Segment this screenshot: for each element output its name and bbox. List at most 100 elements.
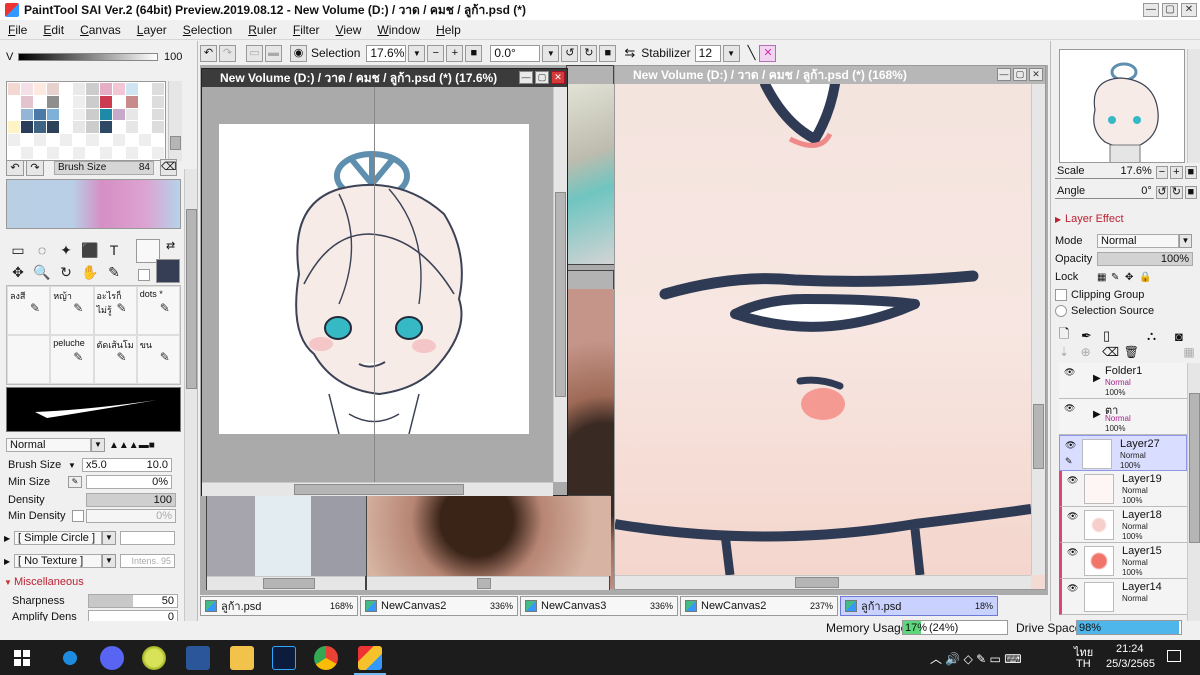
menu-ruler[interactable]: Ruler bbox=[240, 23, 285, 37]
layer-options-icon[interactable]: ▦ bbox=[1183, 345, 1199, 359]
move-tool-icon[interactable]: ✥ bbox=[6, 261, 30, 283]
angle-field[interactable]: Angle 0° bbox=[1055, 185, 1154, 199]
eraser-icon[interactable]: ⌫ bbox=[160, 159, 177, 176]
brush-shape-icons[interactable]: ▲▲▲▬■ bbox=[109, 440, 155, 451]
stabilizer-dropdown-icon[interactable]: ▼ bbox=[722, 44, 740, 62]
pressure-icon[interactable]: ✎ bbox=[68, 476, 82, 488]
rotate-reset-button[interactable]: ■ bbox=[599, 44, 617, 62]
photoshop-icon[interactable] bbox=[272, 646, 296, 670]
texture-intensity-field[interactable]: Intens. 95 bbox=[120, 554, 175, 568]
zoomed-h-scrollbar[interactable] bbox=[615, 575, 1031, 589]
brush-size2-field[interactable]: x5.0 10.0 bbox=[82, 458, 172, 472]
close-button[interactable]: ✕ bbox=[1181, 3, 1197, 17]
clipping-group-row[interactable]: Clipping Group bbox=[1055, 289, 1200, 301]
edge-browser-icon[interactable] bbox=[58, 646, 82, 670]
notification-icon[interactable] bbox=[1167, 650, 1181, 662]
swap-colors-icon[interactable]: ⇄ bbox=[166, 239, 175, 252]
color-swatches[interactable] bbox=[6, 81, 166, 161]
stabilizer-field[interactable]: 12 bbox=[694, 44, 721, 62]
windows-start-icon[interactable] bbox=[14, 650, 30, 666]
window-maximize-button[interactable]: ▢ bbox=[535, 71, 549, 84]
file-explorer-icon[interactable] bbox=[230, 646, 254, 670]
rotate-ccw-button[interactable]: ↺ bbox=[1155, 185, 1169, 199]
navigator-scrollbar[interactable] bbox=[1187, 49, 1200, 163]
zoomed-drawing-area[interactable] bbox=[615, 84, 1031, 575]
zoom-tool-icon[interactable]: 🔍 bbox=[30, 261, 54, 283]
zoom-in-button[interactable]: + bbox=[446, 44, 464, 62]
shape-value-field[interactable] bbox=[120, 531, 175, 545]
brush-item[interactable]: ลงสี bbox=[7, 286, 51, 335]
left-panel-scroll-thumb[interactable] bbox=[186, 209, 197, 389]
brush-item[interactable]: หญ้า bbox=[50, 286, 94, 335]
deselect-icon[interactable]: ▭ bbox=[246, 44, 263, 62]
blend-mode-select[interactable]: Normal bbox=[6, 438, 91, 452]
minimize-button[interactable]: — bbox=[1143, 3, 1159, 17]
texture-select[interactable]: [ No Texture ] bbox=[14, 554, 102, 568]
shape-dropdown-icon[interactable]: ▼ bbox=[102, 531, 116, 545]
folder-expand-icon[interactable]: ▶ bbox=[1093, 409, 1101, 420]
clock-date[interactable]: 25/3/2565 bbox=[1106, 658, 1155, 670]
redo-color-button[interactable]: ↷ bbox=[26, 159, 44, 176]
lock-all-icon[interactable]: 🔒 bbox=[1139, 272, 1153, 283]
transfer-down-icon[interactable]: ⇣ bbox=[1059, 345, 1081, 359]
selection-source-row[interactable]: Selection Source bbox=[1055, 305, 1200, 317]
snap-icon[interactable]: ✕ bbox=[759, 44, 777, 62]
angle-reset-button[interactable]: ■ bbox=[1184, 185, 1197, 199]
lasso-tool-icon[interactable]: ◌ bbox=[30, 239, 54, 261]
zoomed-v-scroll-thumb[interactable] bbox=[1033, 404, 1044, 469]
sharpness-field[interactable]: 50 bbox=[88, 594, 178, 608]
magic-wand-tool-icon[interactable]: ✦ bbox=[54, 239, 78, 261]
blend-dropdown-icon[interactable]: ▼ bbox=[91, 438, 105, 452]
menu-filter[interactable]: Filter bbox=[285, 23, 328, 37]
brush-item[interactable]: อะไรก็ไม่รู้ bbox=[93, 286, 137, 335]
undo-icon[interactable]: ↶ bbox=[200, 44, 217, 62]
layer-effect-header-row[interactable]: ▶ Layer Effect bbox=[1055, 213, 1200, 225]
swatch-scrollbar[interactable] bbox=[168, 81, 182, 161]
texture-expand-icon[interactable]: ▶ bbox=[4, 557, 14, 566]
visibility-eye-icon[interactable]: 👁 bbox=[1065, 440, 1076, 451]
min-density-field[interactable]: 0% bbox=[86, 509, 176, 523]
document-tab-active[interactable]: ลูก้า.psd 18% bbox=[840, 596, 998, 616]
zoomed-v-scrollbar[interactable] bbox=[1031, 84, 1045, 575]
navigator-preview[interactable] bbox=[1059, 49, 1185, 163]
window-minimize-button[interactable]: — bbox=[519, 71, 533, 84]
zoom-dropdown-icon[interactable]: ▼ bbox=[408, 44, 426, 62]
overview-h-scroll-thumb[interactable] bbox=[294, 484, 464, 495]
layer-row[interactable]: 👁 Layer15 Normal 100% bbox=[1059, 543, 1187, 579]
new-linework-layer-icon[interactable]: ✒ bbox=[1081, 328, 1103, 344]
tray-icons[interactable]: ︿ 🔊 ◇ ✎ ▭ ⌨ bbox=[930, 650, 1022, 667]
scale-zoom-in-button[interactable]: + bbox=[1170, 165, 1183, 179]
layer-row-folder1[interactable]: 👁 ▶ Folder1 Normal 100% bbox=[1059, 363, 1187, 399]
lock-move-icon[interactable]: ✥ bbox=[1125, 272, 1139, 283]
hand-tool-icon[interactable]: ✋ bbox=[78, 261, 102, 283]
layer-row[interactable]: 👁 Layer19 Normal 100% bbox=[1059, 471, 1187, 507]
delete-layer-icon[interactable]: 🗑 bbox=[1124, 345, 1146, 359]
layer-row[interactable]: 👁 Layer18 Normal 100% bbox=[1059, 507, 1187, 543]
visibility-eye-icon[interactable]: 👁 bbox=[1064, 367, 1075, 378]
angle-field[interactable]: 0.0° bbox=[490, 44, 541, 62]
layer-row-folder-eyes[interactable]: 👁 ▶ ตา Normal 100% bbox=[1059, 399, 1187, 435]
menu-window[interactable]: Window bbox=[369, 23, 428, 37]
secondary-color-swatch[interactable] bbox=[156, 259, 180, 283]
menu-edit[interactable]: Edit bbox=[35, 23, 72, 37]
scale-field[interactable]: Scale 17.6% bbox=[1055, 165, 1154, 179]
rotate-cw-button[interactable]: ↻ bbox=[1170, 185, 1183, 199]
background-h-scroll-thumb[interactable] bbox=[477, 578, 491, 589]
invert-selection-icon[interactable]: ▬ bbox=[265, 44, 282, 62]
brush-item[interactable] bbox=[7, 335, 51, 384]
menu-selection[interactable]: Selection bbox=[175, 23, 240, 37]
background-h-scroll-thumb[interactable] bbox=[263, 578, 315, 589]
document-tab[interactable]: NewCanvas2 336% bbox=[360, 596, 518, 616]
window-maximize-button[interactable]: ▢ bbox=[1013, 68, 1027, 81]
brush-size-field[interactable]: Brush Size 84 bbox=[54, 160, 154, 175]
swatch-scroll-thumb[interactable] bbox=[170, 136, 181, 150]
angle-dropdown-icon[interactable]: ▼ bbox=[542, 44, 560, 62]
brush-item[interactable]: ขน bbox=[136, 335, 180, 384]
selection-visibility-icon[interactable]: ◉ bbox=[290, 44, 307, 62]
menu-file[interactable]: File bbox=[0, 23, 35, 37]
density-field[interactable]: 100 bbox=[86, 493, 176, 507]
layer-row-selected[interactable]: 👁 ✎ Layer27 Normal 100% bbox=[1059, 435, 1187, 471]
new-layer-icon[interactable]: 🗋 bbox=[1059, 325, 1081, 347]
window-minimize-button[interactable]: — bbox=[997, 68, 1011, 81]
visibility-eye-icon[interactable]: 👁 bbox=[1067, 511, 1078, 522]
